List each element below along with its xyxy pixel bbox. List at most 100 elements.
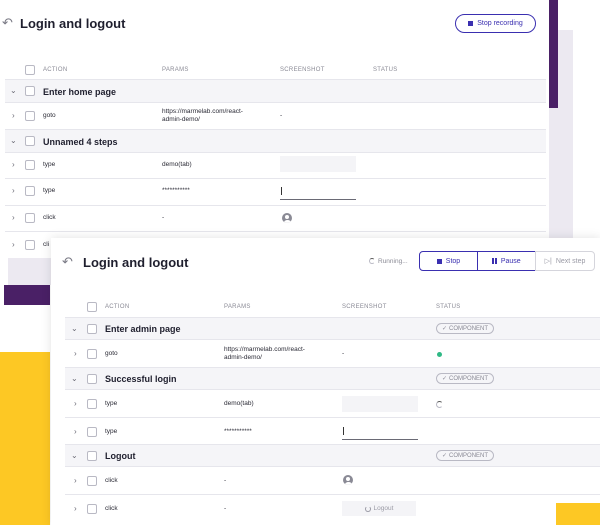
step-action: goto xyxy=(105,350,118,357)
chevron-right-icon[interactable]: › xyxy=(74,504,77,514)
divider xyxy=(5,178,546,179)
check-icon: ✓ xyxy=(442,376,448,382)
screenshot-input-preview xyxy=(342,424,418,440)
chevron-down-icon[interactable]: ⌄ xyxy=(71,324,78,334)
row-checkbox[interactable] xyxy=(25,240,35,250)
decor-yellow-corner xyxy=(556,503,600,525)
step-params: - xyxy=(162,214,165,221)
decor-purple-bar xyxy=(549,0,558,108)
chevron-right-icon[interactable]: › xyxy=(74,349,77,359)
step-action: click xyxy=(105,477,118,484)
column-header-params: PARAMS xyxy=(162,67,189,73)
pause-button[interactable]: Pause xyxy=(477,251,536,271)
row-checkbox[interactable] xyxy=(87,476,97,486)
row-checkbox[interactable] xyxy=(25,111,35,121)
row-checkbox[interactable] xyxy=(25,186,35,196)
row-checkbox[interactable] xyxy=(25,160,35,170)
group-row xyxy=(65,445,600,466)
group-title: Logout xyxy=(105,451,136,461)
text-cursor xyxy=(343,427,344,435)
screenshot-field-preview xyxy=(280,156,356,172)
column-header-params: PARAMS xyxy=(224,304,251,310)
column-header-action: ACTION xyxy=(43,67,68,73)
step-params: https://marmelab.com/react-admin-demo/ xyxy=(224,346,305,361)
step-action: click xyxy=(43,214,56,221)
logout-button-preview: Logout xyxy=(342,501,416,516)
column-header-screenshot: SCREENSHOT xyxy=(280,67,325,73)
screenshot-input-preview xyxy=(280,184,356,200)
chevron-down-icon[interactable]: ⌄ xyxy=(71,451,78,461)
stop-label: Stop xyxy=(445,257,461,265)
step-params: demo(tab) xyxy=(224,400,254,407)
page-title: Login and logout xyxy=(20,16,126,31)
chevron-right-icon[interactable]: › xyxy=(12,186,15,196)
chevron-right-icon[interactable]: › xyxy=(12,160,15,170)
step-params: demo(tab) xyxy=(162,161,192,168)
group-checkbox[interactable] xyxy=(87,451,97,461)
user-icon xyxy=(282,213,292,223)
step-action: type xyxy=(43,161,56,168)
row-checkbox[interactable] xyxy=(87,504,97,514)
component-badge: ✓ COMPONENT xyxy=(436,450,495,461)
divider xyxy=(65,417,600,418)
back-arrow-icon[interactable]: ↶ xyxy=(2,15,13,31)
divider xyxy=(5,205,546,206)
group-checkbox[interactable] xyxy=(25,136,35,146)
column-header-action: ACTION xyxy=(105,304,130,310)
select-all-checkbox[interactable] xyxy=(87,302,97,312)
step-params: *********** xyxy=(224,428,252,435)
chevron-down-icon[interactable]: ⌄ xyxy=(10,136,17,146)
step-action: cli xyxy=(43,241,50,248)
step-screenshot: - xyxy=(342,350,345,357)
chevron-right-icon[interactable]: › xyxy=(74,427,77,437)
group-title: Enter home page xyxy=(43,87,117,97)
chevron-right-icon[interactable]: › xyxy=(74,399,77,409)
step-action: type xyxy=(43,187,56,194)
row-checkbox[interactable] xyxy=(87,399,97,409)
group-checkbox[interactable] xyxy=(87,324,97,334)
step-action: type xyxy=(105,400,118,407)
column-header-status: STATUS xyxy=(373,67,398,73)
check-icon: ✓ xyxy=(442,453,448,459)
chevron-down-icon[interactable]: ⌄ xyxy=(71,374,78,384)
stop-recording-button[interactable]: Stop recording xyxy=(455,14,536,33)
divider xyxy=(65,339,600,340)
chevron-right-icon[interactable]: › xyxy=(74,476,77,486)
step-screenshot: - xyxy=(280,112,283,119)
power-icon xyxy=(364,505,371,512)
group-checkbox[interactable] xyxy=(25,86,35,96)
step-action: goto xyxy=(43,112,56,119)
chevron-right-icon[interactable]: › xyxy=(12,213,15,223)
chevron-right-icon[interactable]: › xyxy=(12,111,15,121)
back-arrow-icon[interactable]: ↶ xyxy=(62,254,73,270)
step-params: https://marmelab.com/react-admin-demo/ xyxy=(162,108,243,123)
chevron-down-icon[interactable]: ⌄ xyxy=(10,86,17,96)
stop-icon xyxy=(468,21,474,26)
next-step-button[interactable]: ▷| Next step xyxy=(535,251,595,271)
step-params: - xyxy=(224,505,227,512)
row-checkbox[interactable] xyxy=(87,427,97,437)
divider xyxy=(65,389,600,390)
chevron-right-icon[interactable]: › xyxy=(12,240,15,250)
divider xyxy=(65,466,600,467)
user-icon xyxy=(343,475,353,485)
select-all-checkbox[interactable] xyxy=(25,65,35,75)
stop-button[interactable]: Stop xyxy=(419,251,478,271)
group-checkbox[interactable] xyxy=(87,374,97,384)
pause-label: Pause xyxy=(500,257,521,265)
row-checkbox[interactable] xyxy=(25,213,35,223)
running-status: Running... xyxy=(378,258,408,265)
stop-icon xyxy=(436,258,442,264)
component-badge-label: COMPONENT xyxy=(449,452,489,459)
row-checkbox[interactable] xyxy=(87,349,97,359)
divider xyxy=(5,231,546,232)
recorder-panel-front: ↶ Login and logout Running... Stop Pause… xyxy=(51,238,600,525)
step-action: type xyxy=(105,428,118,435)
logout-label: Logout xyxy=(373,505,394,512)
step-action: click xyxy=(105,505,118,512)
divider xyxy=(65,494,600,495)
divider xyxy=(5,102,546,103)
step-params: *********** xyxy=(162,187,190,194)
stop-recording-label: Stop recording xyxy=(477,20,523,27)
group-title: Unnamed 4 steps xyxy=(43,137,118,147)
